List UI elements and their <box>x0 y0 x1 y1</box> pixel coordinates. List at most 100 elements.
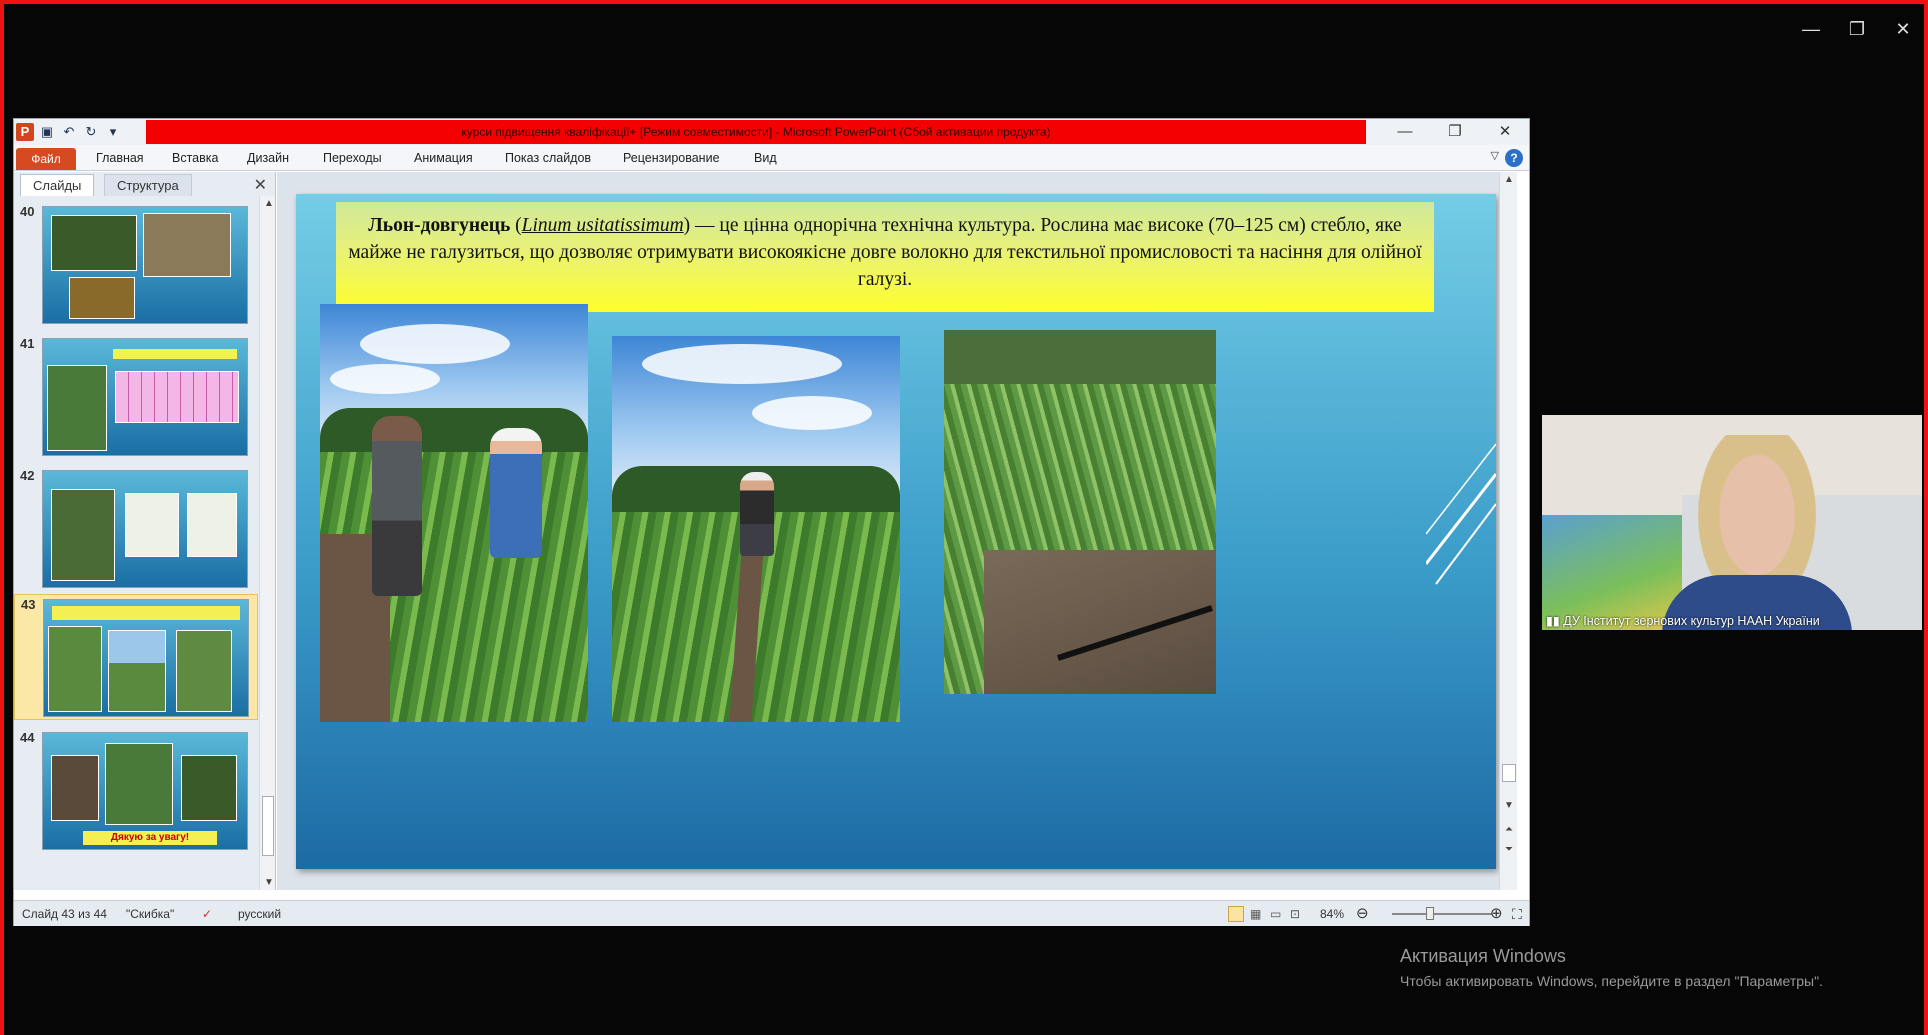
tab-insert[interactable]: Вставка <box>172 145 218 171</box>
thumb-heading <box>113 349 237 359</box>
minimize-button[interactable]: — <box>1381 119 1429 145</box>
outer-restore-button[interactable]: ❐ <box>1834 14 1880 44</box>
banner-bold: Льон-довгунець <box>368 215 511 236</box>
thumb-photo <box>48 626 102 712</box>
photo-cloud <box>752 396 872 430</box>
main-scrollbar[interactable]: ▲ ▼ ⏶ ⏷ <box>1499 172 1517 890</box>
title-bar: P ▣ ↶ ↻ ▾ курси підвищення кваліфікації+… <box>14 119 1529 145</box>
previous-slide-icon[interactable]: ⏶ <box>1502 824 1516 835</box>
slideshow-icon[interactable]: ⊡ <box>1290 901 1300 927</box>
slide-number: 44 <box>20 730 35 745</box>
photo-man-between-rows[interactable] <box>612 336 900 722</box>
scroll-up-icon[interactable]: ▲ <box>262 198 276 209</box>
theme-name[interactable]: "Скибка" <box>126 901 174 927</box>
thumb-photo <box>105 743 173 825</box>
zoom-in-icon[interactable]: ⊕ <box>1490 901 1503 927</box>
windows-activation-watermark: Активация Windows Чтобы активировать Win… <box>1400 946 1823 989</box>
panel-tabs: Слайды Структура ✕ <box>14 172 275 196</box>
slide-sorter-icon[interactable]: ▦ <box>1250 901 1261 927</box>
activation-title: Активация Windows <box>1400 946 1566 966</box>
ribbon: Файл Главная Вставка Дизайн Переходы Ани… <box>14 145 1529 171</box>
slide-thumbnail-40[interactable]: 40 <box>14 202 258 328</box>
current-slide[interactable]: Льон-довгунець (Linum usitatissimum) — ц… <box>296 194 1496 869</box>
photo-trees <box>944 330 1216 390</box>
tab-transitions[interactable]: Переходы <box>323 145 382 171</box>
banner-text: — це цінна однорічна технічна культура. … <box>348 215 1422 290</box>
photo-person <box>740 472 774 556</box>
fit-to-window-icon[interactable]: ⛶ <box>1512 901 1522 927</box>
close-icon[interactable]: ✕ <box>254 175 267 195</box>
thumb-caption: Дякую за увагу! <box>83 831 217 845</box>
thumbnail-image <box>42 338 248 456</box>
thumbnail-image <box>42 470 248 588</box>
normal-view-icon[interactable] <box>1228 906 1244 922</box>
participant-name: ДУ Інститут зернових культур НААН Україн… <box>1563 614 1820 628</box>
slide-editor: Льон-довгунець (Linum usitatissimum) — ц… <box>277 172 1517 890</box>
tab-view[interactable]: Вид <box>754 145 777 171</box>
tab-review[interactable]: Рецензирование <box>623 145 720 171</box>
photo-two-people-field[interactable] <box>320 304 588 722</box>
zoom-out-icon[interactable]: ⊖ <box>1356 901 1369 927</box>
tab-slides[interactable]: Слайды <box>20 174 95 196</box>
save-icon[interactable]: ▣ <box>38 123 56 141</box>
thumb-photo <box>69 277 135 319</box>
thumbnail-image <box>43 599 249 717</box>
slide-thumbnail-43-selected[interactable]: 43 <box>14 594 258 720</box>
slide-number: 42 <box>20 468 35 483</box>
slide-text-box[interactable]: Льон-довгунець (Linum usitatissimum) — ц… <box>336 202 1434 312</box>
activation-subtitle: Чтобы активировать Windows, перейдите в … <box>1400 973 1823 989</box>
spellcheck-icon[interactable]: ✓ <box>202 901 212 927</box>
tab-file[interactable]: Файл <box>16 148 76 170</box>
help-icon[interactable]: ? <box>1505 149 1523 167</box>
scroll-up-icon[interactable]: ▲ <box>1502 174 1516 185</box>
photo-cloud <box>330 364 440 394</box>
photo-person <box>490 428 542 558</box>
next-slide-icon[interactable]: ⏷ <box>1502 844 1516 855</box>
slide-number: 43 <box>21 597 36 612</box>
slide-thumbnail-42[interactable]: 42 <box>14 466 258 592</box>
outer-close-button[interactable]: ✕ <box>1880 14 1926 44</box>
thumb-photo <box>176 630 232 712</box>
powerpoint-window: P ▣ ↶ ↻ ▾ курси підвищення кваліфікації+… <box>13 118 1530 926</box>
thumb-photo <box>51 489 115 581</box>
undo-icon[interactable]: ↶ <box>60 123 78 141</box>
photo-person <box>372 416 422 596</box>
thumb-table <box>115 371 239 423</box>
scroll-down-icon[interactable]: ▼ <box>262 877 276 888</box>
language-indicator[interactable]: русский <box>238 901 281 927</box>
restore-button[interactable]: ❐ <box>1431 119 1479 145</box>
outer-minimize-button[interactable]: — <box>1788 14 1834 44</box>
zoom-slider[interactable] <box>1392 913 1492 915</box>
banner-latin: Linum usitatissimum <box>521 215 684 236</box>
slide-number: 41 <box>20 336 35 351</box>
zoom-level[interactable]: 84% <box>1320 901 1344 927</box>
thumbnail-image <box>42 206 248 324</box>
redo-icon[interactable]: ↻ <box>82 123 100 141</box>
slide-number: 40 <box>20 204 35 219</box>
photo-flax-rows-closeup[interactable] <box>944 330 1216 694</box>
tab-slideshow[interactable]: Показ слайдов <box>505 145 591 171</box>
slide-thumbnail-41[interactable]: 41 <box>14 334 258 460</box>
tab-outline[interactable]: Структура <box>104 174 192 196</box>
photo-cloud <box>642 344 842 384</box>
photo-soil <box>984 550 1216 694</box>
webcam-participant-label: ▮▮ ДУ Інститут зернових культур НААН Укр… <box>1546 614 1820 628</box>
chevron-down-icon[interactable]: ▽ <box>1491 149 1499 162</box>
tab-home[interactable]: Главная <box>96 145 144 171</box>
thumb-photo <box>47 365 107 451</box>
slide-counter: Слайд 43 из 44 <box>22 907 107 921</box>
powerpoint-logo-icon[interactable]: P <box>16 123 34 141</box>
zoom-slider-thumb[interactable] <box>1426 907 1434 920</box>
reading-view-icon[interactable]: ▭ <box>1270 901 1281 927</box>
slide-thumbnail-44[interactable]: 44 Дякую за увагу! <box>14 728 258 854</box>
panel-scrollbar[interactable]: ▲ ▼ <box>259 196 275 890</box>
photo-cloud <box>360 324 510 364</box>
status-bar: Слайд 43 из 44 "Скибка" ✓ русский ▦ ▭ ⊡ … <box>14 900 1529 926</box>
customize-icon[interactable]: ▾ <box>104 123 122 141</box>
scroll-down-icon[interactable]: ▼ <box>1502 800 1516 811</box>
close-button[interactable]: ✕ <box>1481 119 1529 145</box>
tab-design[interactable]: Дизайн <box>247 145 289 171</box>
scroll-thumb[interactable] <box>1502 764 1516 782</box>
scroll-thumb[interactable] <box>262 796 274 856</box>
tab-animation[interactable]: Анимация <box>414 145 473 171</box>
